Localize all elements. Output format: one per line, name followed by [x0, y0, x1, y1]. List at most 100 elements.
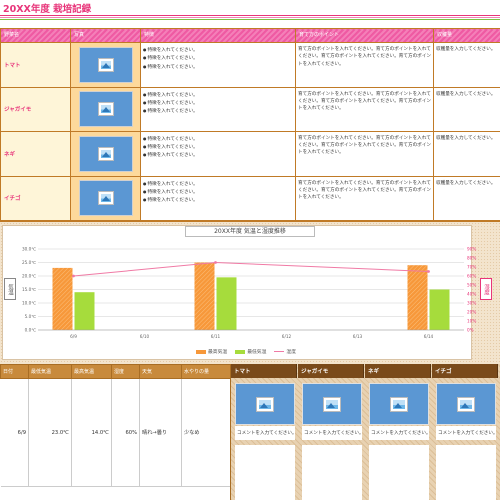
image-placeholder-icon [256, 396, 274, 412]
feature-item: 特徴を入れてください。 [143, 180, 293, 188]
feature-item: 特徴を入れてください。 [143, 63, 293, 71]
bar [74, 292, 95, 330]
log-header-weather: 天気 [139, 364, 182, 379]
header-name: 野菜名 [0, 27, 71, 44]
table-row: ジャガイモ 特徴を入れてください。 特徴を入れてください。 特徴を入れてください… [0, 86, 500, 133]
gallery-note-area[interactable] [436, 445, 496, 500]
legend-swatch [235, 349, 246, 354]
header-points: 育て方のポイント [295, 27, 434, 44]
gallery-note-area[interactable] [369, 445, 429, 500]
gallery-column: ネギ コメントを入力てください。 [365, 364, 431, 500]
harvest-cell[interactable]: 収穫量を入力してください。 [433, 42, 500, 88]
features-cell[interactable]: 特徴を入れてください。 特徴を入れてください。 特徴を入れてください。 [140, 42, 296, 88]
crop-table-header: 野菜名 写真 特徴 育て方のポイント 収穫量 [0, 27, 500, 44]
legend-swatch [274, 351, 285, 352]
y-tick-label-left: 30.0℃ [22, 247, 36, 252]
log-max-temp[interactable]: 14.0℃ [71, 378, 112, 487]
gallery-comment[interactable]: コメントを入力てください。 [302, 426, 362, 440]
crop-photo-cell [70, 86, 141, 133]
title-underline [0, 15, 500, 20]
crop-name[interactable]: ネギ [0, 131, 71, 177]
crop-name[interactable]: イチゴ [0, 175, 71, 221]
line-point [427, 270, 430, 273]
photo-placeholder[interactable] [78, 180, 133, 217]
legend-item: 最低気温 [235, 348, 266, 356]
x-tick-label: 6/9 [70, 334, 77, 339]
harvest-cell[interactable]: 収穫量を入力してください。 [433, 131, 500, 177]
gallery-column: イチゴ コメントを入力てください。 [432, 364, 498, 500]
y-tick-label-left: 20.0℃ [22, 274, 36, 279]
feature-item: 特徴を入れてください。 [143, 91, 293, 99]
feature-item: 特徴を入れてください。 [143, 188, 293, 196]
gallery-column-title: ネギ [365, 364, 431, 378]
y-tick-label-left: 5.0℃ [25, 314, 37, 319]
feature-item: 特徴を入れてください。 [143, 107, 293, 115]
y-tick-label-right: 50% [467, 283, 476, 288]
temperature-humidity-chart[interactable]: 0.0℃ 5.0℃ 10.0℃ 15.0℃ 20.0℃ 25.0℃ 30.0℃ 0% 10% 20… [0, 221, 500, 364]
gallery-column: ジャガイモ コメントを入力てください。 [298, 364, 364, 500]
crop-table: 野菜名 写真 特徴 育て方のポイント 収穫量 トマト 特徴を入れてください。 特… [0, 27, 500, 221]
gallery-photo[interactable] [302, 383, 362, 425]
feature-item: 特徴を入れてください。 [143, 143, 293, 151]
features-cell[interactable]: 特徴を入れてください。 特徴を入れてください。 特徴を入れてください。 [140, 131, 296, 177]
log-min-temp[interactable]: 23.0℃ [28, 378, 72, 487]
legend-label: 最高気温 [208, 350, 228, 355]
x-tick-label: 6/10 [140, 334, 150, 339]
table-row: イチゴ 特徴を入れてください。 特徴を入れてください。 特徴を入れてください。 … [0, 175, 500, 221]
header-features: 特徴 [140, 27, 296, 44]
photo-placeholder[interactable] [78, 46, 133, 83]
harvest-cell[interactable]: 収穫量を入力してください。 [433, 175, 500, 221]
gallery-photo[interactable] [235, 383, 295, 425]
log-header-max: 最高気温 [71, 364, 112, 379]
y-tick-label-right: 20% [467, 310, 476, 315]
image-placeholder-icon [97, 57, 114, 72]
gallery-comment[interactable]: コメントを入力てください。 [369, 426, 429, 440]
gallery-photo[interactable] [369, 383, 429, 425]
y-tick-label-right: 30% [467, 301, 476, 306]
points-cell[interactable]: 育て方のポイントを入れてください。育て方のポイントを入れてください。育て方のポイ… [295, 131, 434, 177]
points-cell[interactable]: 育て方のポイントを入れてください。育て方のポイントを入れてください。育て方のポイ… [295, 86, 434, 133]
gallery-column-title: ジャガイモ [298, 364, 364, 378]
crop-name[interactable]: トマト [0, 42, 71, 88]
gallery-column: トマト コメントを入力てください。 [231, 364, 297, 500]
y-tick-label-right: 60% [467, 274, 476, 279]
y-tick-label-right: 10% [467, 319, 476, 324]
log-humidity[interactable]: 60% [111, 378, 140, 487]
features-cell[interactable]: 特徴を入れてください。 特徴を入れてください。 特徴を入れてください。 [140, 175, 296, 221]
y-tick-label-right: 80% [467, 256, 476, 261]
bar [216, 277, 237, 330]
header-harvest: 収穫量 [433, 27, 500, 44]
gallery-column-title: イチゴ [432, 364, 498, 378]
page-title: 20XX年度 栽培記録 [3, 4, 92, 15]
legend-item: 湿度 [274, 348, 296, 356]
crop-photo-cell [70, 42, 141, 88]
table-row: トマト 特徴を入れてください。 特徴を入れてください。 特徴を入れてください。 … [0, 42, 500, 88]
humidity-line [73, 261, 429, 277]
gallery-note-area[interactable] [302, 445, 362, 500]
x-tick-label: 6/14 [424, 334, 434, 339]
x-tick-label: 6/12 [282, 334, 292, 339]
title-bar: 20XX年度 栽培記録 [0, 0, 500, 20]
table-row: 6/9 23.0℃ 14.0℃ 60% 晴れ→曇り 少なめ [0, 378, 231, 487]
log-weather[interactable]: 晴れ→曇り [139, 378, 182, 487]
feature-item: 特徴を入れてください。 [143, 151, 293, 159]
y-tick-label-right: 0% [467, 328, 474, 333]
points-cell[interactable]: 育て方のポイントを入れてください。育て方のポイントを入れてください。育て方のポイ… [295, 42, 434, 88]
gallery-photo[interactable] [436, 383, 496, 425]
photo-placeholder[interactable] [78, 91, 133, 128]
table-row: ネギ 特徴を入れてください。 特徴を入れてください。 特徴を入れてください。 育… [0, 131, 500, 177]
feature-item: 特徴を入れてください。 [143, 196, 293, 204]
gallery-comment[interactable]: コメントを入力てください。 [235, 426, 295, 440]
gallery-comment[interactable]: コメントを入力てください。 [436, 426, 496, 440]
harvest-cell[interactable]: 収穫量を入力してください。 [433, 86, 500, 133]
features-cell[interactable]: 特徴を入れてください。 特徴を入れてください。 特徴を入れてください。 [140, 86, 296, 133]
photo-placeholder[interactable] [78, 135, 133, 172]
log-date[interactable]: 6/9 [0, 378, 29, 487]
crop-name[interactable]: ジャガイモ [0, 86, 71, 133]
legend-label: 湿度 [286, 350, 297, 355]
weather-log-table: 日付 最低気温 最高気温 湿度 天気 水やりの量 6/9 23.0℃ 14.0℃… [0, 364, 231, 487]
points-cell[interactable]: 育て方のポイントを入れてください。育て方のポイントを入れてください。育て方のポイ… [295, 175, 434, 221]
log-water[interactable]: 少なめ [181, 378, 231, 487]
gallery-note-area[interactable] [235, 445, 295, 500]
bar [407, 265, 428, 330]
